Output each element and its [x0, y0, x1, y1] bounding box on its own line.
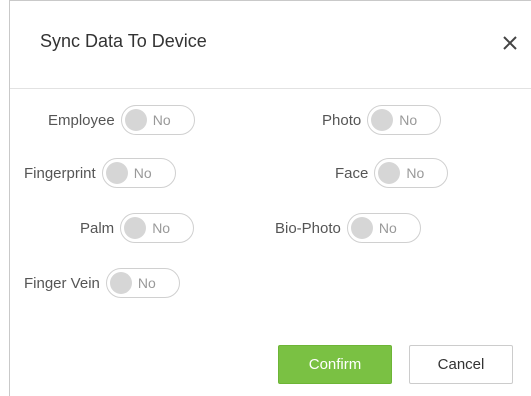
fingerprint-label: Fingerprint: [24, 164, 96, 182]
toggle-knob: [378, 162, 401, 184]
toggle-state: No: [152, 220, 171, 236]
bio-photo-toggle[interactable]: No: [346, 213, 421, 243]
face-toggle[interactable]: No: [374, 158, 449, 188]
dialog-header: Sync Data To Device: [10, 1, 531, 89]
confirm-button[interactable]: Confirm: [278, 345, 392, 384]
toggle-state: No: [378, 220, 397, 236]
photo-label: Photo: [322, 111, 362, 129]
toggle-state: No: [133, 165, 152, 181]
palm-field: Palm No: [80, 213, 195, 243]
employee-label: Employee: [48, 111, 115, 129]
face-field: Face No: [335, 158, 449, 188]
fingerprint-field: Fingerprint No: [24, 158, 176, 188]
bio-photo-label: Bio-Photo: [275, 219, 341, 237]
finger-vein-field: Finger Vein No: [24, 268, 180, 298]
toggle-state: No: [152, 112, 171, 128]
face-label: Face: [335, 164, 369, 182]
cancel-button[interactable]: Cancel: [409, 345, 513, 384]
toggle-knob: [124, 217, 147, 239]
employee-field: Employee No: [48, 105, 195, 135]
dialog-title: Sync Data To Device: [40, 31, 207, 51]
toggle-knob: [350, 217, 373, 239]
finger-vein-toggle[interactable]: No: [105, 268, 180, 298]
toggle-state: No: [406, 165, 425, 181]
toggle-knob: [124, 109, 147, 131]
close-icon[interactable]: [499, 30, 521, 54]
toggle-knob: [371, 109, 394, 131]
finger-vein-label: Finger Vein: [24, 274, 100, 292]
toggle-state: No: [399, 112, 418, 128]
toggle-knob: [105, 162, 128, 184]
fingerprint-toggle[interactable]: No: [101, 158, 176, 188]
bio-photo-field: Bio-Photo No: [275, 213, 421, 243]
photo-field: Photo No: [322, 105, 442, 135]
employee-toggle[interactable]: No: [120, 105, 195, 135]
toggle-knob: [109, 272, 132, 294]
sync-data-dialog: Sync Data To Device Employee No Photo No…: [9, 0, 531, 396]
palm-toggle[interactable]: No: [120, 213, 195, 243]
photo-toggle[interactable]: No: [367, 105, 442, 135]
palm-label: Palm: [80, 219, 115, 237]
toggle-state: No: [137, 275, 156, 291]
